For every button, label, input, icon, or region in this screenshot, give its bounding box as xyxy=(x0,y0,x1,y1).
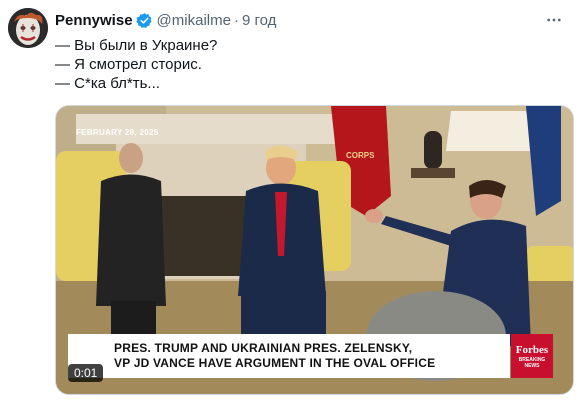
avatar[interactable] xyxy=(8,8,48,48)
video-timestamp: 0:01 xyxy=(68,364,104,382)
tweet-line: — С*ка бл*ть... xyxy=(55,75,160,92)
verified-badge-icon xyxy=(135,12,153,29)
video-date-overlay: FEBRUARY 28, 2025 xyxy=(76,128,159,137)
news-headline-banner: PRES. TRUMP AND UKRAINIAN PRES. ZELENSKY… xyxy=(68,334,510,378)
video-player[interactable]: CORPS FEBRUARY 28, 2025 PRES. TRUMP AND … xyxy=(55,105,574,395)
news-label: NEWS xyxy=(524,362,540,369)
more-options-icon[interactable] xyxy=(543,9,565,31)
tweet-header: Pennywise @mikailme · 9 год xyxy=(55,9,575,31)
post-time[interactable]: 9 год xyxy=(242,12,276,29)
tweet: Pennywise @mikailme · 9 год — Вы были в … xyxy=(0,0,582,405)
tweet-line: — Вы были в Украине? xyxy=(55,37,218,54)
headline-line: PRES. TRUMP AND UKRAINIAN PRES. ZELENSKY… xyxy=(114,341,413,355)
forbes-breaking-news-logo: Forbes BREAKING NEWS xyxy=(511,334,553,378)
tweet-text: — Вы были в Украине? — Я смотрел сторис.… xyxy=(55,36,565,93)
author-name[interactable]: Pennywise xyxy=(55,12,133,29)
headline-line: VP JD VANCE HAVE ARGUMENT IN THE OVAL OF… xyxy=(114,356,436,370)
tweet-line: — Я смотрел сторис. xyxy=(55,56,202,73)
author-handle[interactable]: @mikailme xyxy=(157,12,231,29)
forbes-logo-text: Forbes xyxy=(515,343,549,356)
breaking-news-label: BREAKING NEWS xyxy=(519,357,546,369)
separator-dot: · xyxy=(233,11,239,29)
flag-text: CORPS xyxy=(346,151,375,160)
clown-avatar-icon xyxy=(8,8,48,48)
